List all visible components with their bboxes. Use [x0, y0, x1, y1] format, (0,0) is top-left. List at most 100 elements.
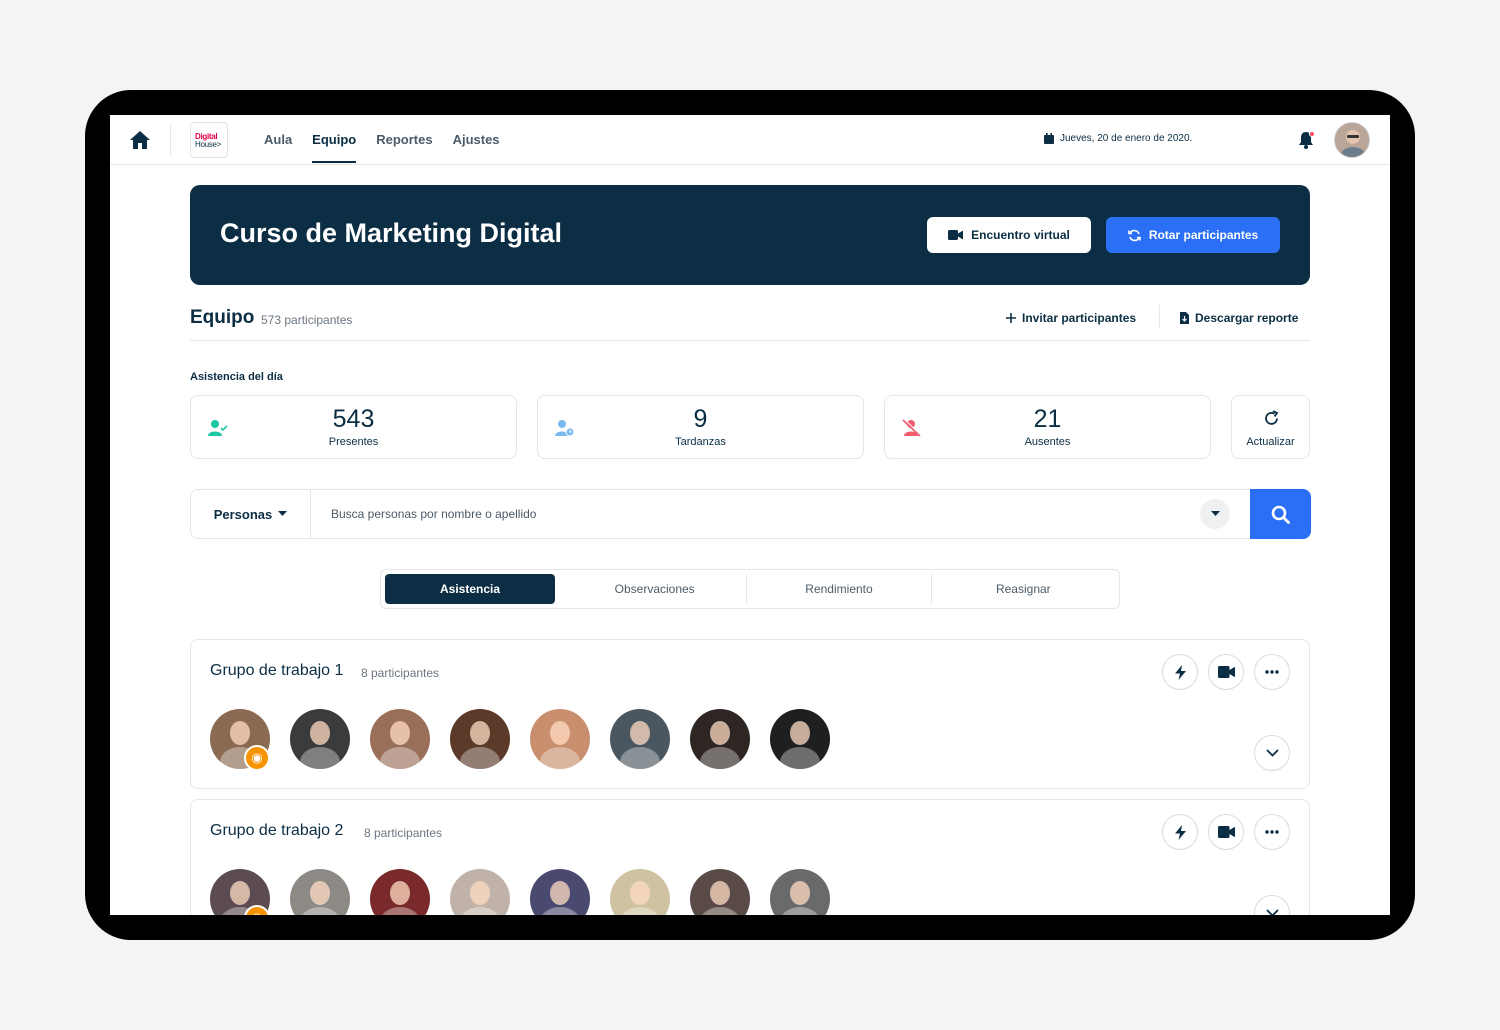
member-avatar[interactable] [530, 869, 590, 915]
nav-item-ajustes[interactable]: Ajustes [443, 115, 510, 165]
refresh-label: Actualizar [1246, 436, 1295, 448]
work-group-card: Grupo de trabajo 2 8 participantes ◉ [190, 799, 1310, 915]
member-photo [530, 709, 590, 769]
member-avatar[interactable] [770, 869, 830, 915]
course-banner: Curso de Marketing Digital Encuentro vir… [190, 185, 1310, 285]
caret-down-icon [1210, 511, 1220, 516]
member-avatar[interactable]: ◉ [210, 709, 270, 771]
home-icon[interactable] [128, 130, 152, 150]
group-more-button[interactable] [1254, 654, 1290, 690]
member-avatar[interactable] [610, 869, 670, 915]
late-count: 9 [693, 405, 708, 433]
refresh-icon [1265, 410, 1279, 425]
leader-medal-icon: ◉ [244, 745, 270, 771]
member-avatar[interactable] [530, 709, 590, 769]
group-video-button[interactable] [1208, 654, 1244, 690]
ellipsis-icon [1265, 830, 1279, 834]
group-quick-action-button[interactable] [1162, 814, 1198, 850]
group-title: Grupo de trabajo 1 [210, 662, 344, 679]
member-avatar[interactable] [690, 869, 750, 915]
search-options-dropdown[interactable] [1200, 499, 1230, 529]
search-bar: Personas [190, 489, 1311, 539]
calendar-icon [1044, 133, 1054, 144]
plus-icon [1006, 313, 1016, 323]
video-camera-icon [1217, 666, 1235, 678]
member-avatar[interactable] [290, 869, 350, 915]
late-stat-card: 9 Tardanzas [537, 395, 864, 459]
nav-item-equipo[interactable]: Equipo [302, 115, 366, 165]
member-avatar[interactable] [770, 709, 830, 769]
present-label: Presentes [328, 436, 379, 448]
member-avatar[interactable] [370, 869, 430, 915]
date-text: Jueves, 20 de enero de 2020. [1060, 133, 1193, 144]
course-title: Curso de Marketing Digital [220, 218, 563, 248]
member-avatar[interactable] [450, 709, 510, 769]
invite-participants-button[interactable]: Invitar participantes [1006, 311, 1136, 325]
nav-item-aula[interactable]: Aula [254, 115, 302, 165]
ellipsis-icon [1265, 670, 1279, 674]
member-photo [690, 869, 750, 915]
search-button[interactable] [1250, 489, 1311, 539]
download-report-button[interactable]: Descargar reporte [1180, 311, 1298, 325]
search-input[interactable] [331, 504, 1191, 524]
work-group-card: Grupo de trabajo 1 8 participantes ◉ [190, 639, 1310, 789]
top-navigation-bar: Digital House> Aula Equipo Reportes Ajus… [110, 115, 1390, 165]
member-avatar[interactable] [690, 709, 750, 769]
team-count: 573 participantes [261, 313, 353, 327]
view-tabs: Asistencia Observaciones Rendimiento Rea… [380, 569, 1120, 609]
tab-rendimiento[interactable]: Rendimiento [747, 574, 932, 604]
group-quick-action-button[interactable] [1162, 654, 1198, 690]
file-download-icon [1180, 312, 1189, 324]
tab-reasignar[interactable]: Reasignar [932, 574, 1115, 604]
refresh-button[interactable]: Actualizar [1231, 395, 1310, 459]
tab-observaciones[interactable]: Observaciones [563, 574, 748, 604]
video-camera-icon [1217, 826, 1235, 838]
search-category-select[interactable]: Personas [191, 490, 311, 538]
member-avatar[interactable] [450, 869, 510, 915]
member-photo [610, 709, 670, 769]
actions-divider [1159, 305, 1160, 329]
caret-down-icon [278, 511, 288, 516]
present-count: 543 [332, 405, 375, 433]
user-avatar[interactable] [1334, 122, 1370, 158]
sync-icon [1128, 229, 1141, 241]
team-header: Equipo 573 participantes Invitar partici… [190, 305, 1310, 341]
expand-group-button[interactable] [1254, 895, 1290, 915]
group-members: ◉ [210, 709, 830, 771]
member-photo [690, 709, 750, 769]
member-avatar[interactable] [290, 709, 350, 769]
virtual-meeting-button[interactable]: Encuentro virtual [927, 217, 1091, 253]
notification-dot [1309, 131, 1315, 137]
app-screen: Digital House> Aula Equipo Reportes Ajus… [110, 115, 1390, 915]
member-photo [770, 709, 830, 769]
member-photo [290, 869, 350, 915]
team-title: Equipo [190, 307, 255, 328]
rotate-participants-button[interactable]: Rotar participantes [1106, 217, 1280, 253]
search-icon [1271, 505, 1290, 524]
member-photo [370, 709, 430, 769]
member-avatar[interactable] [370, 709, 430, 769]
group-more-button[interactable] [1254, 814, 1290, 850]
member-avatar[interactable]: ◉ [210, 869, 270, 915]
member-photo [290, 709, 350, 769]
group-members: ◉ [210, 869, 830, 915]
group-title: Grupo de trabajo 2 [210, 822, 344, 839]
notifications-bell-icon[interactable] [1296, 130, 1316, 150]
nav-item-reportes[interactable]: Reportes [366, 115, 442, 165]
absent-stat-card: 21 Ausentes [884, 395, 1211, 459]
digital-house-logo[interactable]: Digital House> [190, 122, 228, 158]
member-photo [370, 869, 430, 915]
member-avatar[interactable] [610, 709, 670, 769]
lightning-icon [1174, 664, 1186, 680]
chevron-down-icon [1265, 909, 1279, 915]
group-count: 8 participantes [364, 826, 443, 840]
lightning-icon [1174, 824, 1186, 840]
current-date: Jueves, 20 de enero de 2020. [1044, 133, 1192, 144]
group-video-button[interactable] [1208, 814, 1244, 850]
absent-label: Ausentes [1024, 436, 1071, 448]
member-photo [610, 869, 670, 915]
chevron-down-icon [1265, 749, 1279, 757]
video-camera-icon [948, 230, 964, 240]
tab-asistencia[interactable]: Asistencia [385, 574, 555, 604]
expand-group-button[interactable] [1254, 735, 1290, 771]
